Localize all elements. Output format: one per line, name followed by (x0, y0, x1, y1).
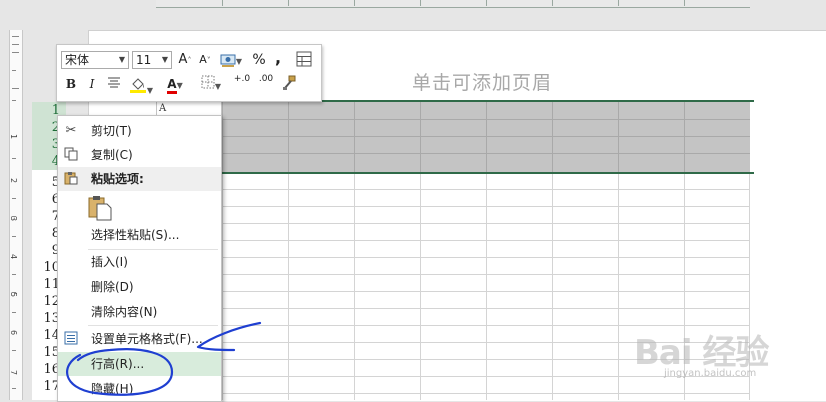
chevron-down-icon: ▼ (176, 81, 183, 90)
format-painter-button[interactable] (279, 75, 299, 93)
selected-rows[interactable] (156, 102, 750, 172)
menu-item-insert[interactable]: 插入(I) (58, 250, 221, 274)
clipboard-icon (63, 171, 79, 187)
ruler-number: 5 (9, 291, 19, 298)
copy-icon (63, 147, 79, 163)
grow-font-button[interactable]: A˄ (177, 51, 193, 69)
format-table-button[interactable] (295, 51, 313, 69)
column-header-bar: A B C D E F G H I (156, 0, 750, 8)
format-painter-icon (283, 75, 296, 90)
context-menu: ✂ 剪切(T) 复制(C) 粘贴选项: 选择性粘贴(S)... 插入(I) 删除… (57, 115, 222, 402)
italic-button[interactable]: I (85, 75, 99, 93)
decrease-decimal-button[interactable]: .00 (255, 75, 277, 93)
menu-item-copy[interactable]: 复制(C) (58, 143, 221, 167)
font-size-value: 11 (136, 53, 152, 67)
menu-item-cut[interactable]: ✂ 剪切(T) (58, 119, 221, 143)
column-header-i[interactable]: I (684, 0, 750, 6)
chevron-down-icon: ▼ (214, 82, 222, 91)
chevron-down-icon: ▼ (146, 86, 154, 95)
caret-up-icon: ˄ (187, 56, 192, 65)
accounting-format-icon (220, 54, 236, 67)
font-color-button[interactable]: A▼ (161, 75, 189, 94)
borders-button[interactable]: ▼ (197, 75, 225, 93)
chevron-down-icon: ▼ (235, 57, 243, 66)
ruler-number: 1 (9, 133, 19, 140)
menu-separator (88, 325, 218, 326)
chevron-down-icon: ▼ (118, 55, 125, 64)
header-placeholder[interactable]: 单击可添加页眉 (412, 68, 552, 95)
column-header-h[interactable]: H (618, 0, 685, 6)
ruler-number: 7 (9, 369, 19, 376)
column-header-e[interactable]: E (420, 0, 487, 6)
align-center-button[interactable] (105, 75, 123, 93)
menu-item-row-height[interactable]: 行高(R)... (58, 352, 221, 376)
align-center-icon (108, 77, 120, 88)
selection-border (156, 172, 754, 174)
paste-options-header: 粘贴选项: (58, 167, 221, 191)
menu-item-clear-contents[interactable]: 清除内容(N) (58, 300, 221, 324)
scissors-icon: ✂ (65, 123, 77, 138)
column-header-g[interactable]: G (552, 0, 619, 6)
paint-bucket-icon (129, 78, 146, 93)
column-header-f[interactable]: F (486, 0, 553, 6)
bold-button[interactable]: B (63, 75, 79, 93)
menu-item-paste-special[interactable]: 选择性粘贴(S)... (58, 223, 221, 247)
menu-item-hide[interactable]: 隐藏(H) (58, 377, 221, 401)
mini-toolbar: 宋体 ▼ 11 ▼ A˄ A˅ ▼ % , B I ▼ A▼ ▼ +.0 .00 (56, 44, 322, 102)
menu-item-format-cells[interactable]: 设置单元格格式(F)... (58, 327, 221, 351)
paste-clipboard-icon (88, 196, 112, 221)
paste-button[interactable] (88, 195, 112, 221)
comma-style-button[interactable]: , (271, 49, 285, 67)
format-cells-icon (63, 331, 79, 347)
font-name-combo[interactable]: 宋体 ▼ (61, 51, 129, 69)
caret-down-icon: ˅ (206, 56, 211, 65)
shrink-font-button[interactable]: A˅ (197, 51, 213, 69)
baidu-watermark-url: jingyan.baidu.com (664, 368, 757, 379)
column-header-d[interactable]: D (354, 0, 421, 6)
ruler-number: 3 (9, 215, 19, 222)
ruler-number: 2 (9, 177, 19, 184)
percent-style-button[interactable]: % (251, 51, 267, 69)
column-header-c[interactable]: C (288, 0, 355, 6)
vertical-ruler: 1 2 3 4 5 6 7 (9, 30, 23, 400)
number-format-button[interactable]: ▼ (217, 51, 245, 69)
fill-color-button[interactable]: ▼ (127, 75, 155, 95)
table-format-icon (296, 51, 312, 67)
menu-item-delete[interactable]: 删除(D) (58, 275, 221, 299)
borders-icon (201, 75, 215, 89)
ruler-number: 4 (9, 253, 19, 260)
font-size-combo[interactable]: 11 ▼ (132, 51, 172, 69)
increase-decimal-button[interactable]: +.0 (231, 75, 253, 93)
chevron-down-icon: ▼ (161, 55, 168, 64)
column-header-a[interactable]: A (156, 0, 223, 6)
ruler-number: 6 (9, 329, 19, 336)
font-name-value: 宋体 (65, 53, 90, 67)
baidu-watermark-logo: Bai 经验 (634, 333, 769, 373)
column-header-b[interactable]: B (222, 0, 289, 6)
